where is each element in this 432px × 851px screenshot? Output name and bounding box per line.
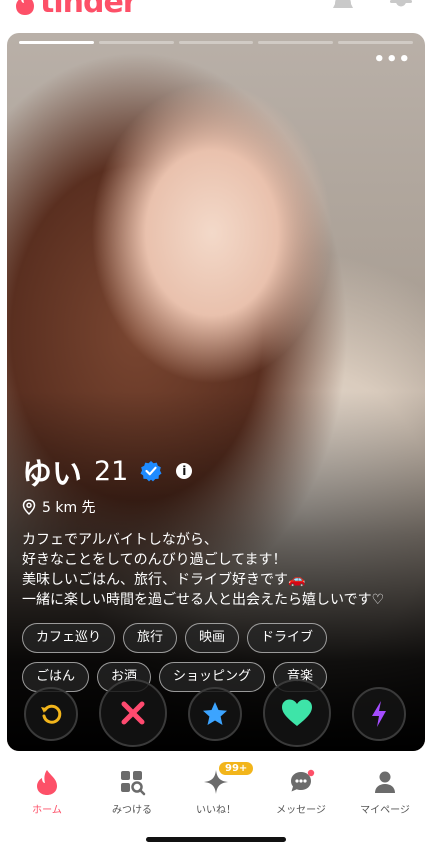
profile-icon [375,771,395,793]
photo-progress-segment[interactable] [98,41,174,44]
photo-progress-segment[interactable] [338,41,413,44]
chat-icon [291,769,315,792]
heart-icon [282,699,312,726]
tab-explore[interactable]: みつける [89,760,175,816]
photo-progress-segment[interactable] [258,41,334,44]
interest-tag: 映画 [185,623,240,653]
action-buttons [7,679,425,747]
interest-tag: 旅行 [123,623,178,653]
more-options-icon[interactable]: ••• [373,49,411,70]
super-like-button[interactable] [188,687,242,741]
distance-row: 5 km 先 [22,497,410,517]
likes-count-badge: 99+ [219,762,254,775]
nope-button[interactable] [99,679,167,747]
profile-info-icon[interactable]: i [176,463,193,479]
rewind-button[interactable] [24,687,78,741]
tab-profile[interactable]: マイページ [342,760,428,816]
photo-progress-segment[interactable] [178,41,254,44]
profile-age: 21 [94,455,129,487]
name-row: ゆい 21 i [22,451,410,492]
rewind-icon [41,704,62,724]
tab-label: ホーム [32,805,62,816]
lightning-icon [372,701,386,727]
profile-name: ゆい [22,457,82,492]
logo-text: tinder [40,0,138,20]
filter-icon[interactable] [388,0,414,14]
photo-progress-bar [19,41,413,44]
home-indicator [146,837,286,842]
interest-tag: カフェ巡り [22,623,116,653]
flame-icon [37,770,57,795]
bottom-tab-bar: ホーム みつける 99+ いいね！ メッセージ マイページ [0,760,432,820]
interest-tag: ドライブ [247,623,328,653]
tinder-logo: tinder [14,0,138,20]
profile-bio: カフェでアルバイトしながら、 好きなことをしてのんびり過ごしてます！ 美味しいご… [22,532,385,608]
photo-progress-segment[interactable] [19,41,94,44]
location-pin-icon [22,499,36,515]
flame-icon [16,0,34,15]
tab-label: いいね！ [196,805,236,816]
profile-info: ゆい 21 i 5 km 先 カフェでアルバイトしながら、 好きなことをしてのん… [22,451,410,692]
verified-badge-icon [140,461,162,482]
boost-button[interactable] [352,687,406,741]
tab-label: みつける [112,805,152,816]
tab-messages[interactable]: メッセージ [258,760,344,816]
close-icon [121,701,145,725]
tab-home[interactable]: ホーム [4,760,90,816]
tab-likes[interactable]: 99+ いいね！ [173,760,259,816]
explore-icon [121,771,146,796]
like-button[interactable] [263,679,331,747]
profile-card[interactable]: ••• ゆい 21 i 5 km 先 カフェでアルバイトしながら、 好きなことを… [7,33,425,751]
tab-label: マイページ [360,805,410,816]
distance-text: 5 km 先 [42,500,96,516]
bell-icon[interactable] [330,0,356,14]
top-bar: tinder [0,0,432,30]
star-icon [203,702,227,725]
tab-label: メッセージ [276,805,326,816]
